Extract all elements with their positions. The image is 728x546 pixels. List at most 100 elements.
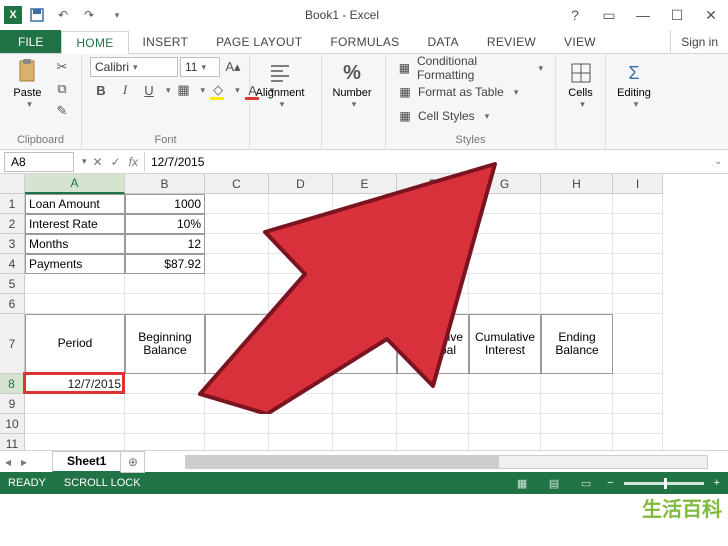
cell[interactable] — [333, 434, 397, 450]
zoom-in-icon[interactable]: + — [714, 477, 720, 489]
cell-B4[interactable]: $87.92 — [125, 254, 205, 274]
cell[interactable] — [269, 274, 333, 294]
cell[interactable] — [397, 414, 469, 434]
cell[interactable] — [205, 194, 269, 214]
cell[interactable] — [613, 394, 663, 414]
cell[interactable] — [397, 374, 469, 394]
border-icon[interactable]: ▦ — [173, 80, 195, 100]
font-color-icon[interactable]: A — [242, 80, 264, 100]
cell[interactable] — [469, 414, 541, 434]
increase-font-icon[interactable]: A▴ — [222, 57, 244, 77]
zoom-slider[interactable] — [624, 482, 704, 485]
sheet-nav-next-icon[interactable]: ▸ — [16, 451, 32, 473]
cell[interactable] — [541, 294, 613, 314]
cell-A8[interactable]: 12/7/2015 — [25, 374, 125, 394]
cell[interactable] — [613, 234, 663, 254]
cell[interactable] — [397, 234, 469, 254]
row-header[interactable]: 2 — [0, 214, 25, 234]
cell[interactable] — [125, 394, 205, 414]
row-header[interactable]: 5 — [0, 274, 25, 294]
cell[interactable] — [205, 274, 269, 294]
cell[interactable] — [613, 254, 663, 274]
cell[interactable] — [205, 254, 269, 274]
sign-in-link[interactable]: Sign in — [670, 30, 728, 53]
cell[interactable] — [269, 234, 333, 254]
column-header[interactable]: H — [541, 174, 613, 194]
tab-formulas[interactable]: FORMULAS — [316, 30, 413, 53]
cell-E7[interactable] — [333, 314, 397, 374]
fill-color-icon[interactable]: ◇ — [207, 80, 229, 100]
bold-button[interactable]: B — [90, 80, 112, 100]
cell[interactable] — [469, 274, 541, 294]
cell-A1[interactable]: Loan Amount — [25, 194, 125, 214]
column-header[interactable]: G — [469, 174, 541, 194]
cell[interactable] — [613, 314, 663, 374]
row-header[interactable]: 7 — [0, 314, 25, 374]
format-as-table-button[interactable]: ▦Format as Table▾ — [394, 81, 522, 103]
cell-B3[interactable]: 12 — [125, 234, 205, 254]
tab-data[interactable]: DATA — [413, 30, 472, 53]
row-header[interactable]: 10 — [0, 414, 25, 434]
cell[interactable] — [269, 414, 333, 434]
tab-pagelayout[interactable]: PAGE LAYOUT — [202, 30, 316, 53]
cell[interactable] — [333, 214, 397, 234]
cell-B1[interactable]: 1000 — [125, 194, 205, 214]
column-header[interactable]: D — [269, 174, 333, 194]
cell-A3[interactable]: Months — [25, 234, 125, 254]
worksheet-grid[interactable]: ABCDEFGHI 1234567891011 Loan AmountInter… — [0, 174, 728, 450]
maximize-icon[interactable]: ☐ — [660, 2, 694, 28]
column-header[interactable]: A — [25, 174, 125, 194]
cell[interactable] — [205, 294, 269, 314]
cell[interactable] — [25, 414, 125, 434]
cell[interactable] — [125, 294, 205, 314]
cell-styles-button[interactable]: ▦Cell Styles▾ — [394, 105, 493, 127]
cell[interactable] — [269, 254, 333, 274]
column-header[interactable]: E — [333, 174, 397, 194]
horizontal-scrollbar[interactable] — [185, 455, 708, 469]
qat-undo-icon[interactable]: ↶ — [52, 4, 74, 26]
ribbon-toggle-icon[interactable]: ▭ — [592, 2, 626, 28]
qat-redo-icon[interactable]: ↷ — [78, 4, 100, 26]
cell[interactable] — [333, 254, 397, 274]
cell[interactable] — [541, 374, 613, 394]
cell[interactable] — [469, 394, 541, 414]
cell[interactable] — [333, 374, 397, 394]
cell-G7[interactable]: Cumulative Interest — [469, 314, 541, 374]
sheet-nav-prev-icon[interactable]: ◂ — [0, 451, 16, 473]
cell[interactable] — [333, 294, 397, 314]
tab-home[interactable]: HOME — [61, 31, 128, 54]
add-sheet-button[interactable]: ⊕ — [121, 451, 145, 473]
cell[interactable] — [25, 274, 125, 294]
cell[interactable] — [541, 254, 613, 274]
cell[interactable] — [333, 394, 397, 414]
row-header[interactable]: 4 — [0, 254, 25, 274]
cell[interactable] — [269, 434, 333, 450]
cell[interactable] — [541, 434, 613, 450]
cell-C7[interactable] — [205, 314, 269, 374]
cell[interactable] — [541, 194, 613, 214]
zoom-out-icon[interactable]: − — [607, 477, 613, 489]
editing-button[interactable]: Σ Editing ▾ — [614, 57, 654, 110]
cell[interactable] — [25, 434, 125, 450]
column-header[interactable]: I — [613, 174, 663, 194]
cell[interactable] — [269, 214, 333, 234]
tab-file[interactable]: FILE — [0, 30, 61, 53]
formula-input[interactable]: 12/7/2015 — [144, 152, 708, 172]
column-header[interactable]: C — [205, 174, 269, 194]
cell[interactable] — [469, 434, 541, 450]
cell[interactable] — [613, 374, 663, 394]
cell[interactable] — [205, 394, 269, 414]
sheet-tab-sheet1[interactable]: Sheet1 — [52, 451, 121, 473]
tab-review[interactable]: REVIEW — [473, 30, 550, 53]
cell[interactable] — [125, 274, 205, 294]
select-all-button[interactable] — [0, 174, 25, 194]
name-box[interactable]: A8 — [4, 152, 74, 172]
row-header[interactable]: 3 — [0, 234, 25, 254]
cell[interactable] — [541, 214, 613, 234]
cell[interactable] — [613, 274, 663, 294]
row-header[interactable]: 11 — [0, 434, 25, 450]
formula-expand-icon[interactable]: ⌄ — [708, 156, 728, 167]
row-header[interactable]: 6 — [0, 294, 25, 314]
cell[interactable] — [125, 414, 205, 434]
cell[interactable] — [25, 294, 125, 314]
